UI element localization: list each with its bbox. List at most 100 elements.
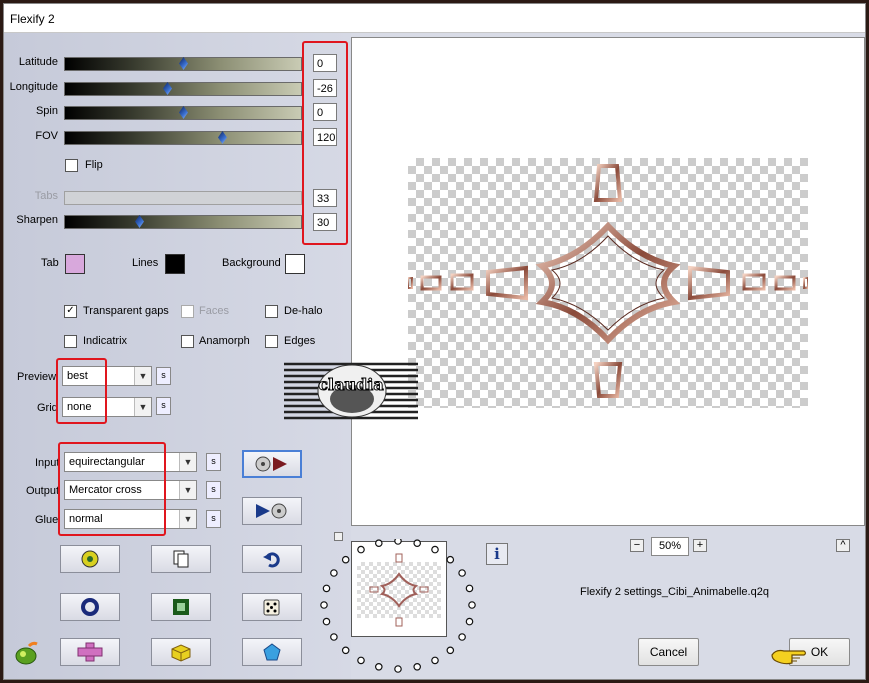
randomize-button[interactable] [60, 545, 120, 573]
square-shape-button[interactable] [151, 593, 211, 621]
title-bar: Flexify 2 [4, 4, 865, 33]
longitude-slider-thumb[interactable] [163, 82, 172, 95]
dial-dot[interactable] [394, 539, 402, 545]
lines-color-swatch[interactable] [165, 254, 185, 274]
undo-button[interactable] [242, 545, 302, 573]
dice-button[interactable] [242, 593, 302, 621]
zoom-out-button[interactable]: − [630, 539, 644, 552]
background-color-swatch[interactable] [285, 254, 305, 274]
info-button[interactable]: i [486, 543, 508, 565]
flip-checkbox[interactable] [65, 159, 78, 172]
spin-slider[interactable] [64, 106, 302, 120]
dial-dot[interactable] [468, 601, 476, 609]
dial-dot[interactable] [322, 584, 331, 593]
grid-label: Grid [37, 402, 58, 414]
chevron-down-icon[interactable]: ▼ [134, 398, 151, 416]
indicatrix-checkbox[interactable] [64, 335, 77, 348]
navigator-rotation-dial[interactable] [319, 539, 479, 677]
dial-dot[interactable] [357, 545, 365, 554]
chevron-down-icon[interactable]: ▼ [134, 367, 151, 385]
highlight-box-values [302, 41, 348, 245]
edges-checkbox[interactable] [265, 335, 278, 348]
sparkle-icon [81, 550, 99, 568]
sharpen-slider-thumb[interactable] [135, 215, 144, 228]
preview-s-button[interactable]: s [156, 367, 171, 385]
dial-dot[interactable] [330, 569, 338, 577]
pink-cross-icon [77, 642, 103, 662]
dial-dot[interactable] [357, 656, 365, 665]
dial-dot[interactable] [374, 663, 383, 671]
play-forward-button[interactable] [242, 450, 302, 478]
ring-shape-button[interactable] [60, 593, 120, 621]
dial-dot[interactable] [413, 663, 422, 671]
play-film-icon [256, 503, 287, 519]
faces-checkbox[interactable] [181, 305, 194, 318]
indicatrix-label: Indicatrix [83, 335, 128, 347]
dial-dot[interactable] [320, 601, 328, 609]
dial-dot[interactable] [465, 584, 474, 593]
tab-color-label: Tab [41, 257, 59, 269]
copy-button[interactable] [151, 545, 211, 573]
tabs-slider[interactable] [64, 191, 302, 205]
dial-dot[interactable] [431, 545, 439, 554]
flaming-pear-logo-icon [15, 641, 38, 665]
longitude-slider[interactable] [64, 82, 302, 96]
spin-slider-thumb[interactable] [179, 106, 188, 119]
preview-label: Preview [17, 371, 57, 383]
cross-shape-button[interactable] [60, 638, 120, 666]
film-play-icon [255, 456, 287, 472]
glue-s-button[interactable]: s [206, 510, 221, 528]
flip-label: Flip [85, 159, 103, 171]
transparent-gaps-checkbox[interactable]: ✓ [64, 305, 77, 318]
tab-color-swatch[interactable] [65, 254, 85, 274]
zoom-level: 50% [651, 537, 689, 556]
chevron-down-icon[interactable]: ▼ [179, 481, 196, 499]
green-square-icon [173, 599, 189, 615]
faces-label: Faces [199, 305, 229, 317]
dial-dot[interactable] [465, 617, 474, 626]
anamorph-checkbox[interactable] [181, 335, 194, 348]
dial-dot[interactable] [458, 569, 466, 577]
edges-label: Edges [284, 335, 316, 347]
dehalo-label: De-halo [284, 305, 323, 317]
chevron-down-icon[interactable]: ▼ [179, 453, 196, 471]
dial-dot[interactable] [330, 633, 338, 641]
collapse-up-button[interactable]: ^ [836, 539, 850, 552]
flexify-dialog: Flexify 2 Latitude 0 Longitude -26 Spin … [3, 3, 866, 680]
output-s-button[interactable]: s [206, 481, 221, 499]
dial-dot[interactable] [322, 617, 331, 626]
zoom-in-button[interactable]: + [693, 539, 707, 552]
output-label: Output [26, 485, 60, 497]
pentagon-shape-button[interactable] [242, 638, 302, 666]
dial-dot[interactable] [341, 555, 350, 564]
dial-dot[interactable] [446, 555, 455, 564]
spin-label: Spin [35, 105, 58, 117]
latitude-slider-thumb[interactable] [179, 57, 188, 70]
dial-dot[interactable] [374, 539, 383, 547]
input-s-button[interactable]: s [206, 453, 221, 471]
dial-dot[interactable] [446, 646, 455, 655]
dial-dot[interactable] [458, 633, 466, 641]
dial-dot[interactable] [431, 656, 439, 665]
transparent-gaps-label: Transparent gaps [83, 305, 169, 317]
grid-s-button[interactable]: s [156, 397, 171, 415]
longitude-label: Longitude [9, 81, 58, 93]
latitude-slider[interactable] [64, 57, 302, 71]
cube-shape-button[interactable] [151, 638, 211, 666]
fov-slider[interactable] [64, 131, 302, 145]
cancel-button[interactable]: Cancel [638, 638, 699, 666]
dial-dot[interactable] [394, 665, 402, 673]
glue-label: Glue [35, 514, 59, 526]
fov-slider-thumb[interactable] [218, 131, 227, 144]
play-reverse-button[interactable] [242, 497, 302, 525]
chevron-down-icon[interactable]: ▼ [179, 510, 196, 528]
undo-arrow-icon [263, 552, 280, 568]
latitude-label: Latitude [18, 56, 58, 68]
dial-dot[interactable] [341, 646, 350, 655]
preview-canvas[interactable] [351, 37, 865, 526]
dial-dot[interactable] [413, 539, 422, 547]
sharpen-slider[interactable] [64, 215, 302, 229]
dehalo-checkbox[interactable] [265, 305, 278, 318]
window-title: Flexify 2 [10, 12, 55, 26]
highlight-box-projection [58, 442, 166, 536]
